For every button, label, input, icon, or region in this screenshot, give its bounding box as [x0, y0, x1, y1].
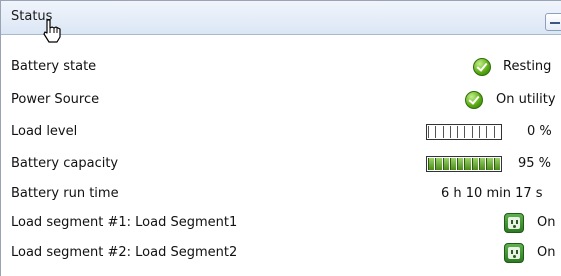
level-segment — [442, 158, 449, 170]
level-segment — [449, 126, 457, 138]
level-segment — [449, 158, 457, 170]
power-source-value: On utility — [496, 92, 556, 107]
level-segment — [435, 126, 442, 138]
load-level-value: 0 % — [527, 124, 552, 139]
power-source-label: Power Source — [11, 92, 100, 107]
row-battery-run-time: Battery run time 6 h 10 min 17 s — [1, 182, 561, 206]
load-level-bar — [426, 124, 502, 140]
load-segment-1-label: Load segment #1: Load Segment1 — [11, 215, 238, 230]
hand-cursor-icon — [43, 19, 61, 43]
level-segment — [479, 126, 486, 138]
battery-run-time-label: Battery run time — [11, 186, 119, 201]
collapse-button[interactable] — [545, 13, 561, 31]
row-battery-capacity: Battery capacity 95 % — [1, 152, 561, 176]
level-segment — [479, 158, 486, 170]
status-panel: Status Battery state Resting Power Sourc… — [0, 0, 561, 276]
outlet-icon — [504, 213, 524, 233]
level-segment — [442, 126, 449, 138]
check-icon — [473, 58, 491, 76]
row-battery-state: Battery state Resting — [1, 55, 561, 79]
level-segment — [464, 126, 471, 138]
level-segment — [471, 158, 479, 170]
battery-run-time-value: 6 h 10 min 17 s — [441, 186, 543, 201]
level-segment — [428, 126, 435, 138]
outlet-icon — [504, 243, 524, 263]
level-segment — [457, 158, 464, 170]
battery-capacity-label: Battery capacity — [11, 156, 119, 171]
level-segment — [457, 126, 464, 138]
load-segment-2-label: Load segment #2: Load Segment2 — [11, 245, 238, 260]
level-segment — [471, 126, 479, 138]
battery-capacity-bar — [426, 156, 502, 172]
level-segment — [486, 158, 493, 170]
level-segment — [493, 158, 500, 170]
level-segment — [435, 158, 442, 170]
row-load-level: Load level 0 % — [1, 120, 561, 144]
load-segment-1-value: On — [537, 215, 556, 230]
panel-header[interactable]: Status — [1, 1, 561, 43]
load-level-label: Load level — [11, 124, 78, 139]
level-segment — [493, 126, 500, 138]
check-icon — [465, 91, 483, 109]
row-load-segment-1: Load segment #1: Load Segment1 On — [1, 211, 561, 235]
battery-state-label: Battery state — [11, 59, 97, 74]
row-load-segment-2: Load segment #2: Load Segment2 On — [1, 241, 561, 265]
level-segment — [428, 158, 435, 170]
row-power-source: Power Source On utility — [1, 88, 561, 112]
battery-state-value: Resting — [503, 59, 552, 74]
level-segment — [464, 158, 471, 170]
level-segment — [486, 126, 493, 138]
battery-capacity-value: 95 % — [518, 156, 552, 171]
load-segment-2-value: On — [537, 245, 556, 260]
